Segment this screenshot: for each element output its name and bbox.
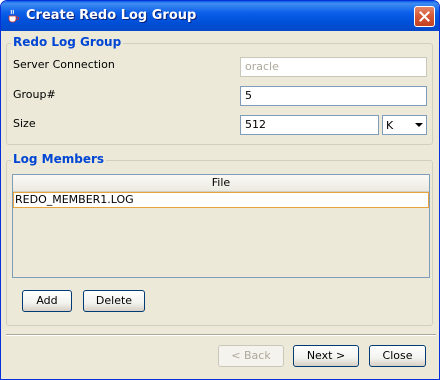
redo-log-group-legend: Redo Log Group: [11, 35, 124, 49]
window-title: Create Redo Log Group: [26, 8, 197, 23]
column-header-file[interactable]: File: [13, 175, 429, 192]
chevron-down-icon: [415, 123, 423, 127]
close-button[interactable]: Close: [369, 345, 426, 367]
size-label: Size: [13, 117, 36, 130]
group-number-label: Group#: [13, 88, 56, 101]
footer-separator: [6, 334, 436, 336]
table-cell-file[interactable]: REDO_MEMBER1.LOG: [13, 192, 429, 208]
title-bar[interactable]: Create Redo Log Group: [1, 1, 439, 31]
server-connection-field[interactable]: oracle: [240, 57, 427, 77]
create-redo-log-group-dialog: Create Redo Log Group Redo Log Group Ser…: [0, 0, 440, 380]
next-button[interactable]: Next >: [293, 345, 359, 367]
close-window-button[interactable]: [414, 6, 435, 27]
group-number-field[interactable]: 5: [240, 86, 427, 106]
add-member-button[interactable]: Add: [22, 290, 72, 312]
log-members-table[interactable]: File REDO_MEMBER1.LOG: [12, 174, 430, 278]
close-icon: [419, 11, 430, 22]
log-members-legend: Log Members: [11, 152, 107, 166]
table-row[interactable]: REDO_MEMBER1.LOG: [13, 192, 429, 208]
size-field[interactable]: 512: [240, 115, 379, 135]
delete-member-button[interactable]: Delete: [83, 290, 145, 312]
server-connection-label: Server Connection: [13, 58, 115, 71]
size-unit-select[interactable]: K: [382, 115, 427, 135]
back-button[interactable]: < Back: [218, 345, 284, 367]
size-unit-value: K: [386, 119, 394, 132]
java-cup-icon: [6, 9, 20, 23]
